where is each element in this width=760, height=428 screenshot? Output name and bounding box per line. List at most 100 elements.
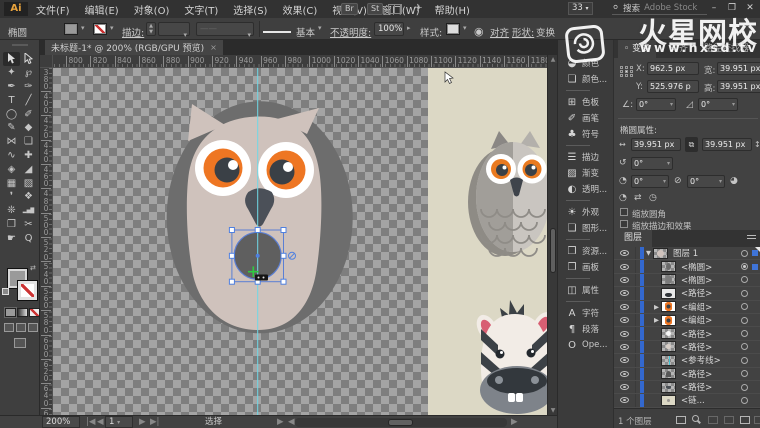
expand-caret-icon[interactable]: ▶: [652, 316, 661, 324]
make-mask-icon[interactable]: [708, 416, 718, 424]
transform-link[interactable]: 变换: [536, 25, 555, 39]
ellipse-width-field[interactable]: 39.951 px: [631, 138, 681, 151]
panel-button-properties[interactable]: ◫属性: [558, 282, 613, 298]
stroke-weight-field[interactable]: ▾: [158, 22, 190, 36]
direct-selection-tool[interactable]: [20, 52, 37, 66]
y-field[interactable]: 525.976 p: [647, 80, 699, 93]
visibility-cell[interactable]: [614, 287, 636, 299]
layer-row[interactable]: ▼ 图层 1: [614, 247, 760, 260]
ellipse-height-field[interactable]: 39.951 px: [702, 138, 752, 151]
layer-row[interactable]: <路径>: [614, 287, 760, 300]
artboard-nav-field[interactable]: 1 ▾: [105, 416, 133, 428]
visibility-cell[interactable]: [614, 314, 636, 326]
pie-end-field[interactable]: 0°▾: [687, 175, 725, 188]
width-field[interactable]: 39.951 px: [717, 62, 760, 75]
panel-button-brushes[interactable]: ✐画笔: [558, 110, 613, 126]
layer-name[interactable]: <路径>: [676, 381, 741, 393]
visibility-cell[interactable]: [614, 354, 636, 366]
visibility-cell[interactable]: [614, 274, 636, 286]
panel-button-swatches[interactable]: ⊞色板: [558, 94, 613, 110]
style-swatch[interactable]: [446, 23, 460, 35]
pie-icon[interactable]: ◔: [619, 193, 627, 203]
last-artboard-icon[interactable]: ▶|: [150, 417, 159, 428]
locate-object-icon[interactable]: [692, 415, 699, 422]
menu-item[interactable]: 效果(C): [282, 2, 317, 17]
horizontal-scrollbar-thumb[interactable]: [388, 419, 413, 426]
menu-item[interactable]: 对象(O): [134, 2, 170, 17]
layer-name[interactable]: <路径>: [676, 287, 741, 299]
layer-row[interactable]: <链...: [614, 394, 760, 407]
artboard-tool[interactable]: ❒: [3, 218, 20, 232]
layer-row[interactable]: <参考线>: [614, 354, 760, 367]
magic-wand-tool[interactable]: ✦: [3, 66, 20, 80]
rotate-tool[interactable]: ⋈: [3, 135, 20, 149]
puppet-warp-tool[interactable]: ✚: [20, 149, 37, 163]
layer-name[interactable]: 图层 1: [668, 247, 741, 259]
stroke-color-indicator[interactable]: [17, 280, 38, 301]
visibility-cell[interactable]: [614, 341, 636, 353]
layer-row[interactable]: <路径>: [614, 341, 760, 354]
draw-inside-button[interactable]: [28, 323, 38, 332]
target-circle-icon[interactable]: [741, 330, 748, 337]
app-logo[interactable]: Ai: [4, 2, 28, 16]
vertical-ruler[interactable]: 3 8 04 0 04 2 04 4 04 6 04 8 05 0 05 2 0…: [40, 68, 53, 415]
vertical-scrollbar[interactable]: ▲ ▼: [547, 55, 557, 415]
layer-name[interactable]: <链...: [676, 394, 741, 406]
restore-button[interactable]: ❐: [724, 1, 740, 16]
panel-button-graphic-styles[interactable]: ❑图形...: [558, 220, 613, 236]
width-tool[interactable]: ∿: [3, 149, 20, 163]
height-field[interactable]: 39.951 px: [717, 80, 760, 93]
rotate-field[interactable]: 0°▾: [636, 98, 676, 111]
target-circle-icon[interactable]: [741, 290, 748, 297]
vertical-scrollbar-thumb[interactable]: [550, 228, 556, 273]
panel-button-color-guide[interactable]: ❏颜色...: [558, 71, 613, 87]
canvas[interactable]: [53, 68, 547, 415]
stroke-stepper[interactable]: ▲▼: [146, 22, 156, 36]
layers-menu-icon[interactable]: [747, 234, 756, 241]
x-field[interactable]: 962.5 px: [647, 62, 699, 75]
new-layer-icon[interactable]: [740, 416, 750, 424]
scale-stroke-checkbox[interactable]: [620, 220, 628, 228]
none-mode-button[interactable]: [29, 308, 40, 317]
target-circle-icon[interactable]: [741, 370, 748, 377]
tab-close-icon[interactable]: ×: [210, 43, 217, 52]
panel-button-artboards[interactable]: ❐画板: [558, 259, 613, 275]
swap-fill-stroke-icon[interactable]: ⇄: [30, 264, 36, 272]
expand-caret-icon[interactable]: ▼: [644, 249, 653, 257]
graph-tool[interactable]: ▂▅█: [20, 204, 37, 218]
draw-behind-button[interactable]: [16, 323, 26, 332]
target-circle-icon[interactable]: [741, 397, 748, 404]
selection-tool[interactable]: [3, 52, 20, 66]
next-artboard-icon[interactable]: ▶: [139, 417, 146, 428]
layer-name[interactable]: <椭圆>: [676, 274, 741, 286]
target-circle-icon[interactable]: [741, 317, 748, 324]
layers-tab[interactable]: 图层: [614, 230, 652, 247]
pie-clock-icon[interactable]: ◷: [649, 193, 657, 203]
document-tab[interactable]: 未标题-1* @ 200% (RGB/GPU 预览) ×: [45, 40, 223, 55]
panel-button-character[interactable]: A字符: [558, 305, 613, 321]
panel-tab-transform[interactable]: ◦ 变换: [618, 40, 656, 58]
bridge-button[interactable]: Br: [341, 3, 358, 15]
layer-name[interactable]: <路径>: [676, 368, 741, 380]
layer-name[interactable]: <编组>: [676, 301, 741, 313]
visibility-cell[interactable]: [614, 394, 636, 406]
mesh-tool[interactable]: ▦: [3, 176, 20, 190]
visibility-cell[interactable]: [614, 327, 636, 339]
visibility-cell[interactable]: [614, 301, 636, 313]
pie-link-icon[interactable]: ⊘: [674, 176, 682, 186]
menu-item[interactable]: 帮助(H): [435, 2, 470, 17]
panel-button-opentype[interactable]: OOpe...: [558, 337, 613, 353]
swap-pie-icon[interactable]: ⇄: [634, 193, 642, 203]
visibility-cell[interactable]: [614, 260, 636, 272]
pie-start-field[interactable]: 0°▾: [631, 175, 669, 188]
pencil-tool[interactable]: ✎: [3, 121, 20, 135]
panel-button-asset-export[interactable]: ❒资源...: [558, 243, 613, 259]
prev-artboard-icon[interactable]: ◀: [97, 417, 104, 428]
symbol-sprayer-tool[interactable]: ❊: [3, 204, 20, 218]
layer-row[interactable]: <椭圆>: [614, 274, 760, 287]
target-circle-icon[interactable]: [741, 276, 748, 283]
panel-button-appearance[interactable]: ☀外观: [558, 204, 613, 220]
lasso-tool[interactable]: ℘: [20, 66, 37, 80]
workspace-switcher-icon[interactable]: [388, 4, 402, 14]
scale-corners-checkbox[interactable]: [620, 208, 628, 216]
